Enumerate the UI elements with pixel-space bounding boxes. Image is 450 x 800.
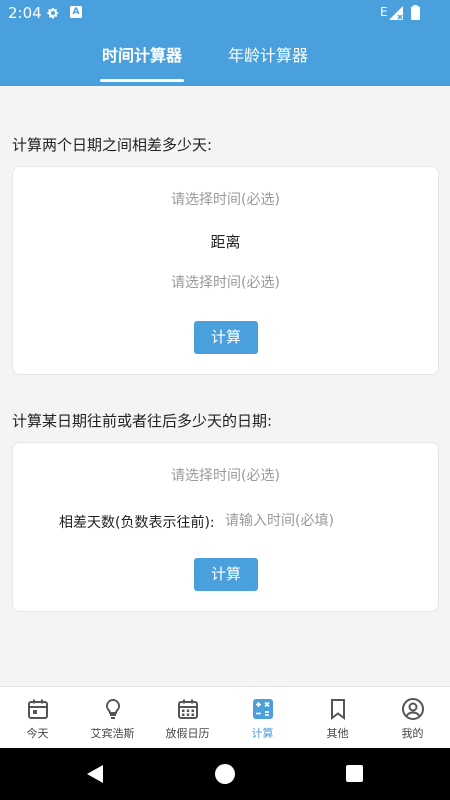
end-date-picker[interactable]: 请选择时间(必选) — [13, 272, 438, 292]
network-type: E — [380, 5, 388, 19]
days-difference-label: 相差天数(负数表示往前): — [59, 515, 215, 531]
calendar-today-icon — [28, 699, 48, 719]
calculator-icon — [253, 699, 273, 719]
app-header: 2:04 A E 时间计算器 年龄计算器 — [0, 0, 450, 86]
nav-label-other: 其他 — [326, 727, 349, 740]
home-circle-icon[interactable] — [215, 764, 235, 784]
tab-age-calculator-label: 年龄计算器 — [227, 46, 308, 65]
nav-label-today: 今天 — [26, 727, 49, 740]
section1-title: 计算两个日期之间相差多少天: — [12, 136, 213, 154]
settings-gear-icon — [47, 7, 59, 19]
calculate-difference-button[interactable]: 计算 — [194, 321, 258, 354]
nav-item-mine[interactable]: 我的 — [375, 687, 450, 749]
lightbulb-icon — [105, 698, 121, 719]
tab-time-calculator-label: 时间计算器 — [101, 46, 182, 65]
nav-item-other[interactable]: 其他 — [300, 687, 375, 749]
nav-item-ebbinghaus[interactable]: 艾宾浩斯 — [75, 687, 150, 749]
user-circle-icon — [402, 698, 424, 720]
recents-square-icon[interactable] — [346, 765, 363, 782]
distance-label: 距离 — [210, 233, 241, 251]
nav-label-ebbinghaus: 艾宾浩斯 — [90, 727, 135, 740]
nav-label-holiday-calendar: 放假日历 — [165, 727, 210, 740]
back-triangle-icon[interactable] — [86, 764, 104, 784]
system-navigation-bar — [0, 748, 450, 800]
bottom-navigation: 今天 艾宾浩斯 放假日历 计算 其他 我的 — [0, 686, 450, 748]
nav-item-today[interactable]: 今天 — [0, 687, 75, 749]
date-offset-card: 请选择时间(必选) 相差天数(负数表示往前): 计算 — [12, 442, 439, 612]
tab-active-indicator — [100, 79, 184, 82]
battery-icon — [411, 5, 420, 20]
nav-item-holiday-calendar[interactable]: 放假日历 — [150, 687, 225, 749]
signal-icon — [389, 6, 403, 20]
tab-age-calculator[interactable]: 年龄计算器 — [226, 40, 310, 86]
nav-label-mine: 我的 — [401, 727, 424, 740]
status-time: 2:04 — [8, 4, 42, 22]
days-difference-input[interactable] — [225, 510, 395, 532]
top-tabs: 时间计算器 年龄计算器 — [0, 40, 450, 86]
tab-time-calculator[interactable]: 时间计算器 — [100, 40, 184, 86]
nav-item-calculate[interactable]: 计算 — [225, 687, 300, 749]
calendar-grid-icon — [178, 699, 198, 719]
start-date-picker[interactable]: 请选择时间(必选) — [13, 189, 438, 209]
a-notification-icon: A — [70, 6, 82, 18]
base-date-picker[interactable]: 请选择时间(必选) — [13, 465, 438, 485]
status-bar: 2:04 A E — [0, 0, 450, 28]
section2-title: 计算某日期往前或者往后多少天的日期: — [12, 412, 273, 430]
date-difference-card: 请选择时间(必选) 距离 请选择时间(必选) 计算 — [12, 166, 439, 375]
calculate-offset-button[interactable]: 计算 — [194, 558, 258, 591]
nav-label-calculate: 计算 — [251, 727, 274, 740]
bookmark-icon — [331, 699, 345, 720]
